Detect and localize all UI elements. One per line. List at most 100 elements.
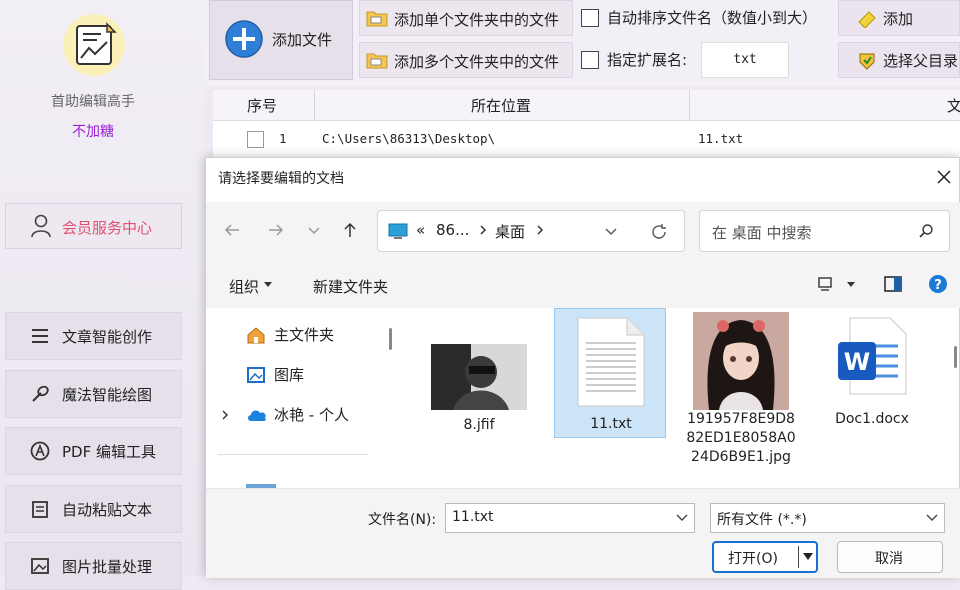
home-icon [246, 326, 266, 344]
table-row[interactable]: 1 C:\Users\86313\Desktop\ 11.txt [213, 121, 960, 158]
anime-thumbnail-icon [693, 312, 789, 410]
shield-arrow-icon [857, 52, 877, 70]
files-scroll-thumb[interactable] [954, 346, 957, 368]
folder-icon [366, 9, 388, 27]
search-box[interactable]: 在 桌面 中搜索 [699, 210, 950, 252]
cloud-icon [246, 407, 268, 423]
caret-down-icon[interactable] [263, 281, 273, 289]
nav-image-batch[interactable]: 图片批量处理 [5, 542, 182, 590]
open-label: 打开(O) [728, 551, 778, 567]
file-name: 11.txt [590, 416, 632, 432]
forward-arrow-icon[interactable] [266, 220, 286, 240]
up-arrow-icon[interactable] [340, 220, 360, 240]
filename-value: 11.txt [452, 509, 494, 525]
expand-chevron-icon[interactable] [220, 409, 230, 421]
specify-ext-label: 指定扩展名: [607, 51, 688, 69]
address-dropdown-icon[interactable] [604, 224, 618, 238]
filetype-select[interactable]: 所有文件 (*.*) [710, 503, 945, 533]
new-folder-button[interactable]: 新建文件夹 [313, 276, 388, 297]
plus-circle-icon [224, 19, 264, 59]
nav-magic-drawing[interactable]: 魔法智能绘图 [5, 370, 182, 418]
text-file-icon [577, 317, 645, 407]
photo-thumbnail-icon [431, 344, 527, 410]
filename-input[interactable]: 11.txt [445, 503, 695, 533]
member-service-label: 会员服务中心 [62, 219, 153, 237]
paste-icon [30, 499, 50, 519]
caret-down-icon[interactable] [846, 281, 856, 289]
nav-scrollbar[interactable] [388, 308, 394, 488]
search-placeholder: 在 桌面 中搜索 [712, 224, 812, 242]
checkbox-box[interactable] [581, 51, 599, 69]
file-tile[interactable]: 191957F8E9D882ED1E8058A024D6B9E1.jpg [685, 308, 797, 488]
row-checkbox[interactable] [247, 131, 264, 148]
caret-down-icon[interactable] [802, 552, 814, 562]
folder-icon [366, 51, 388, 69]
address-segment[interactable]: 86... [436, 221, 469, 239]
nav-label: 文章智能创作 [62, 328, 153, 346]
refresh-icon[interactable] [650, 223, 668, 241]
file-tile[interactable]: 8.jfif [423, 314, 535, 444]
preview-pane-icon[interactable] [884, 276, 902, 292]
breadcrumb-chevron-icon [535, 224, 545, 236]
svg-text:W: W [844, 348, 870, 376]
nav-scroll-thumb[interactable] [389, 328, 392, 350]
nav-label: 魔法智能绘图 [62, 386, 153, 404]
table-header: 序号 所在位置 文 [213, 90, 960, 121]
nav-auto-paste[interactable]: 自动粘贴文本 [5, 485, 182, 533]
add-multi-folder-label: 添加多个文件夹中的文件 [394, 53, 560, 71]
organize-menu[interactable]: 组织 [229, 276, 259, 297]
search-icon[interactable] [918, 223, 934, 239]
back-arrow-icon[interactable] [222, 220, 242, 240]
member-service-button[interactable]: 会员服务中心 [5, 203, 182, 249]
add-multi-folder-button[interactable]: 添加多个文件夹中的文件 [359, 42, 573, 78]
address-segment-current[interactable]: 桌面 [495, 221, 525, 242]
diamond-icon [857, 10, 877, 28]
column-header-location[interactable]: 所在位置 [471, 95, 531, 116]
file-list: 8.jfif 11.txt 191957F8E9D882ED1E8058A024… [401, 308, 946, 488]
chevron-down-icon[interactable] [926, 513, 938, 523]
help-icon[interactable]: ? [928, 274, 948, 294]
dialog-command-bar: 组织 新建文件夹 ? [206, 262, 960, 308]
app-tagline-link[interactable]: 不加糖 [0, 121, 186, 141]
nav-article-creation[interactable]: 文章智能创作 [5, 312, 182, 360]
view-options-icon[interactable] [817, 276, 833, 292]
column-divider [689, 90, 690, 120]
cancel-button[interactable]: 取消 [837, 541, 943, 573]
nav-label: 自动粘贴文本 [62, 501, 153, 519]
nav-item-label: 图库 [274, 366, 305, 384]
sidebar: 首助编辑高手 不加糖 会员服务中心 文章智能创作 魔法智能绘图 PDF 编辑工具… [0, 0, 205, 590]
file-name: 191957F8E9D882ED1E8058A024D6B9E1.jpg [686, 411, 796, 465]
row-filename: 11.txt [698, 131, 744, 146]
column-header-index[interactable]: 序号 [247, 95, 277, 116]
image-icon [30, 556, 50, 576]
file-open-dialog: 请选择要编辑的文档 « 86... 桌面 在 桌面 中搜索 组织 新建文件夹 ? [205, 157, 960, 578]
choose-parent-dir-button[interactable]: 选择父目录 [838, 42, 960, 78]
list-icon [30, 326, 50, 346]
nav-item-gallery[interactable]: 图库 [246, 364, 376, 388]
nav-pdf-tools[interactable]: PDF 编辑工具 [5, 427, 182, 475]
add-single-folder-button[interactable]: 添加单个文件夹中的文件 [359, 0, 573, 36]
address-overflow[interactable]: « [416, 221, 425, 239]
file-tile-selected[interactable]: 11.txt [554, 308, 666, 438]
split-divider [798, 546, 799, 568]
address-bar[interactable]: « 86... 桌面 [377, 210, 685, 252]
app-logo-icon [63, 14, 125, 76]
add-file-button[interactable]: 添加文件 [209, 0, 353, 80]
chevron-down-icon[interactable] [676, 513, 688, 523]
add-right-button[interactable]: 添加 [838, 0, 960, 36]
file-tile[interactable]: W Doc1.docx [816, 308, 928, 438]
column-header-name[interactable]: 文 [947, 95, 960, 116]
gallery-icon [246, 366, 266, 384]
nav-item-home[interactable]: 主文件夹 [246, 324, 376, 348]
auto-sort-label: 自动排序文件名（数值小到大） [607, 9, 818, 27]
add-file-label: 添加文件 [272, 31, 333, 49]
close-icon[interactable] [934, 167, 954, 187]
open-button[interactable]: 打开(O) [712, 541, 818, 573]
monitor-icon [388, 223, 408, 239]
svg-text:?: ? [934, 278, 942, 293]
extension-input[interactable]: txt [701, 42, 789, 78]
recent-chevron-down-icon[interactable] [306, 220, 322, 240]
pdf-icon [30, 441, 50, 461]
nav-item-onedrive[interactable]: 冰艳 - 个人 [220, 404, 380, 428]
checkbox-box[interactable] [581, 9, 599, 27]
